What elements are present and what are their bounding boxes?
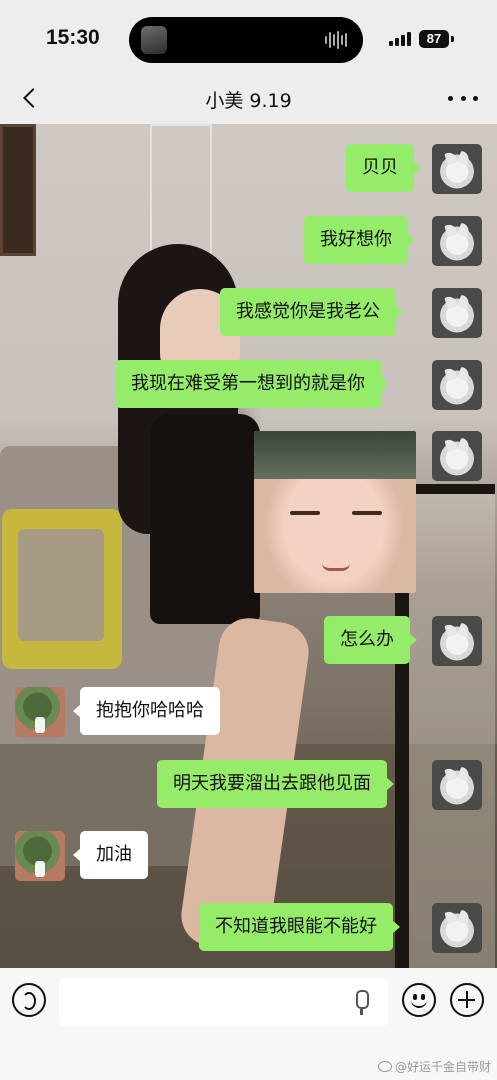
cat-avatar[interactable] <box>432 360 482 410</box>
status-time: 15:30 <box>46 26 100 49</box>
message-bubble-sent[interactable]: 我现在难受第一想到的就是你 <box>115 360 388 408</box>
emoji-icon[interactable] <box>402 983 436 1017</box>
cat-avatar[interactable] <box>432 431 482 481</box>
cat-avatar[interactable] <box>432 216 482 266</box>
tree-avatar[interactable] <box>15 687 65 737</box>
chat-title: 小美 9.19 <box>205 90 292 112</box>
battery-tip <box>451 36 454 42</box>
battery-indicator: 87 <box>419 30 449 48</box>
cat-avatar[interactable] <box>432 903 482 953</box>
mic-icon[interactable] <box>352 990 370 1016</box>
weibo-icon <box>378 1061 392 1072</box>
cat-avatar[interactable] <box>432 288 482 338</box>
wallpaper-pillow <box>2 509 122 669</box>
more-dots-icon[interactable] <box>448 88 478 108</box>
message-bubble-received[interactable]: 抱抱你哈哈哈 <box>73 687 220 735</box>
chat-area[interactable]: 贝贝 我好想你 我感觉你是我老公 我现在难受第一想到的就是你 怎么办 抱抱你哈哈… <box>0 124 497 968</box>
sleepy-child-face-sticker[interactable] <box>254 431 416 593</box>
message-bubble-sent[interactable]: 贝贝 <box>346 144 421 192</box>
wallpaper-frame <box>0 124 36 256</box>
plus-icon[interactable] <box>450 983 484 1017</box>
music-thumbnail-icon <box>141 26 167 54</box>
message-bubble-sent[interactable]: 我好想你 <box>304 216 415 264</box>
audio-wave-icon <box>325 30 351 50</box>
message-bubble-sent[interactable]: 我感觉你是我老公 <box>220 288 403 336</box>
dynamic-island <box>129 17 363 63</box>
message-bubble-received[interactable]: 加油 <box>73 831 148 879</box>
signal-bars-icon <box>389 32 411 46</box>
status-bar: 15:30 87 <box>0 0 497 76</box>
message-bubble-sent[interactable]: 明天我要溜出去跟他见面 <box>157 760 394 808</box>
chat-header: 小美 9.19 <box>0 76 497 124</box>
message-bubble-sent[interactable]: 怎么办 <box>324 616 417 664</box>
tree-avatar[interactable] <box>15 831 65 881</box>
cat-avatar[interactable] <box>432 616 482 666</box>
wallpaper-figure-dress <box>150 414 260 624</box>
watermark: @好运千金自带财 <box>378 1058 491 1075</box>
message-input[interactable] <box>59 978 388 1026</box>
watermark-text: @好运千金自带财 <box>395 1060 492 1074</box>
cat-avatar[interactable] <box>432 760 482 810</box>
cat-avatar[interactable] <box>432 144 482 194</box>
voice-icon[interactable] <box>12 983 46 1017</box>
message-bubble-sent[interactable]: 不知道我眼能不能好 <box>199 903 400 951</box>
